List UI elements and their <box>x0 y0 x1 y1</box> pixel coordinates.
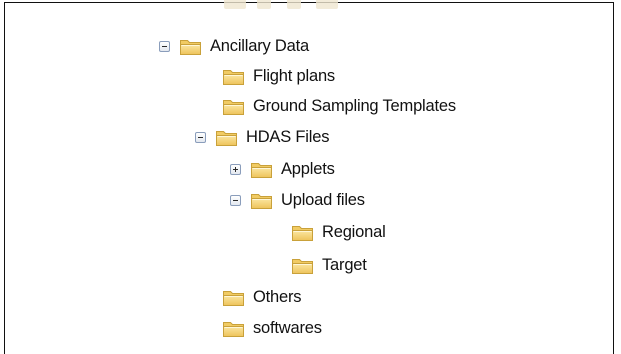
tree-node-others[interactable]: Others <box>222 282 302 312</box>
folder-icon <box>222 67 246 86</box>
tree-node-label: Applets <box>281 159 335 178</box>
tree-node-label: Upload files <box>281 190 365 209</box>
folder-icon <box>291 256 315 275</box>
collapse-icon[interactable] <box>230 194 241 206</box>
tree-node-ground-sampling-templates[interactable]: Ground Sampling Templates <box>222 91 456 121</box>
tree-node-label: Flight plans <box>253 66 335 85</box>
folder-icon <box>222 319 246 338</box>
folder-tree: Ancillary Data Flight plans Ground Sampl… <box>5 3 615 349</box>
tree-node-label: Ground Sampling Templates <box>253 96 456 115</box>
folder-icon <box>222 288 246 307</box>
tree-node-label: Target <box>322 255 367 274</box>
folder-icon <box>291 223 315 242</box>
tree-node-label: HDAS Files <box>246 127 330 146</box>
tree-node-regional[interactable]: Regional <box>291 217 386 247</box>
tree-node-hdas-files[interactable]: HDAS Files <box>195 122 329 152</box>
expand-icon[interactable] <box>230 163 241 175</box>
tree-node-target[interactable]: Target <box>291 250 367 280</box>
tree-node-label: softwares <box>253 318 322 337</box>
folder-icon <box>215 128 239 147</box>
collapse-icon[interactable] <box>159 40 170 52</box>
folder-icon <box>250 160 274 179</box>
tree-node-softwares[interactable]: softwares <box>222 313 322 343</box>
tree-node-label: Others <box>253 287 302 306</box>
folder-icon <box>250 191 274 210</box>
folder-icon <box>222 97 246 116</box>
collapse-icon[interactable] <box>195 131 206 143</box>
tree-node-label: Ancillary Data <box>210 36 309 55</box>
tree-node-flight-plans[interactable]: Flight plans <box>222 61 335 91</box>
tree-node-label: Regional <box>322 222 386 241</box>
tree-node-ancillary-data[interactable]: Ancillary Data <box>159 31 309 61</box>
tree-node-upload-files[interactable]: Upload files <box>230 185 365 215</box>
folder-icon <box>179 37 203 56</box>
tree-node-applets[interactable]: Applets <box>230 154 335 184</box>
tree-view-panel: Ancillary Data Flight plans Ground Sampl… <box>4 0 615 354</box>
